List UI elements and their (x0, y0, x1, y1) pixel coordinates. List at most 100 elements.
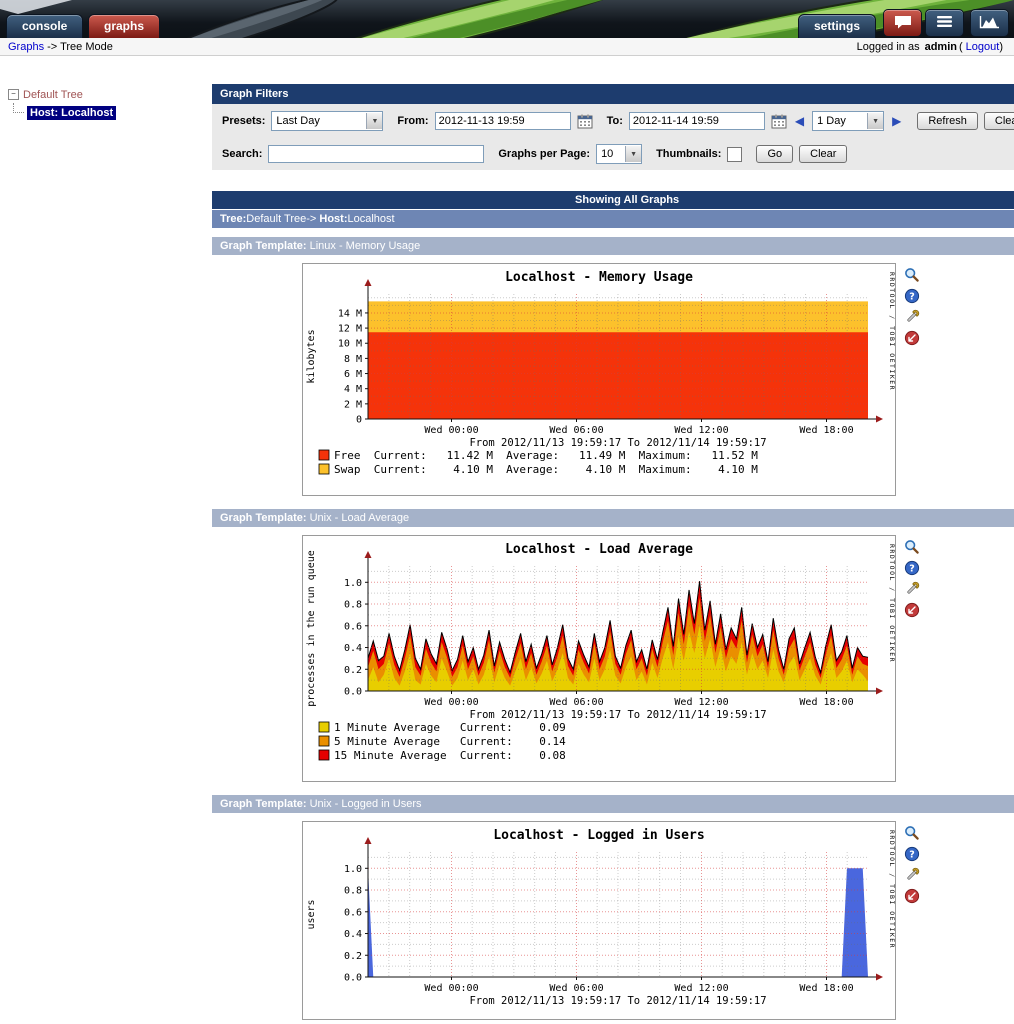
svg-text:1.0: 1.0 (344, 864, 362, 875)
from-label: From: (397, 115, 428, 127)
login-status-prefix: Logged in as (857, 41, 920, 53)
from-date-input[interactable] (435, 112, 571, 130)
go-button[interactable]: Go (756, 145, 793, 163)
tree-host-label[interactable]: Host: Localhost (27, 106, 116, 120)
svg-text:From 2012/11/13 19:59:17 To 20: From 2012/11/13 19:59:17 To 2012/11/14 1… (469, 709, 766, 721)
chart-button[interactable] (970, 9, 1009, 37)
chevron-down-icon: ▼ (867, 113, 883, 129)
graph-row: 02 M4 M6 M8 M10 M12 M14 MWed 00:00Wed 06… (212, 255, 1014, 500)
graph-data-icon[interactable]: ? (904, 288, 920, 304)
graph-template-bar: Graph Template:Unix - Load Average (212, 509, 1014, 527)
tree-path-label: Tree: (220, 213, 246, 225)
graph-actions: ? (904, 267, 920, 346)
svg-text:Localhost - Logged in Users: Localhost - Logged in Users (493, 828, 704, 843)
svg-text:Wed 00:00: Wed 00:00 (424, 983, 478, 994)
chat-button[interactable] (883, 9, 922, 37)
presets-label: Presets: (222, 115, 265, 127)
graph-filters-panel: Presets: Last Day ▼ From: To: ◀ 1 Day (212, 104, 1014, 170)
svg-text:Wed 12:00: Wed 12:00 (674, 425, 728, 436)
breadcrumb-graphs-link[interactable]: Graphs (8, 41, 44, 53)
zoom-icon[interactable] (904, 825, 920, 841)
svg-text:2 M: 2 M (344, 399, 362, 410)
graph-image[interactable]: 02 M4 M6 M8 M10 M12 M14 MWed 00:00Wed 06… (302, 263, 896, 496)
interval-select[interactable]: 1 Day ▼ (812, 111, 884, 131)
top-nav: console graphs settings (0, 0, 1014, 38)
tree-connector (13, 103, 24, 113)
filter-row-dates: Presets: Last Day ▼ From: To: ◀ 1 Day (212, 104, 1014, 137)
graph-data-icon[interactable]: ? (904, 560, 920, 576)
graph-edit-icon[interactable] (904, 581, 920, 597)
svg-text:0.4: 0.4 (344, 929, 362, 940)
to-date-input[interactable] (629, 112, 765, 130)
graph-data-icon[interactable]: ? (904, 846, 920, 862)
clear-search-button[interactable]: Clear (799, 145, 847, 163)
clear-button[interactable]: Clear (984, 112, 1014, 130)
svg-text:Wed 06:00: Wed 06:00 (549, 983, 603, 994)
graph-alert-icon[interactable] (904, 888, 920, 904)
tree-path-bar: Tree:Default Tree-> Host:Localhost (212, 210, 1014, 228)
thumbnails-checkbox[interactable] (727, 147, 742, 162)
tab-graphs[interactable]: graphs (88, 14, 160, 38)
svg-text:0: 0 (356, 415, 362, 426)
breadcrumb: Graphs -> Tree Mode (8, 41, 116, 53)
refresh-button[interactable]: Refresh (917, 112, 978, 130)
graph-edit-icon[interactable] (904, 867, 920, 883)
graph-tree-sidebar: − Default Tree Host: Localhost (0, 56, 212, 1024)
graph-image[interactable]: 0.00.20.40.60.81.0Wed 00:00Wed 06:00Wed … (302, 535, 896, 782)
svg-text:?: ? (909, 850, 915, 861)
tree-item-default-tree[interactable]: − Default Tree (0, 86, 212, 103)
svg-text:0.8: 0.8 (344, 600, 362, 611)
svg-text:?: ? (909, 564, 915, 575)
svg-text:Wed 06:00: Wed 06:00 (549, 425, 603, 436)
graph-row: 0.00.20.40.60.81.0Wed 00:00Wed 06:00Wed … (212, 813, 1014, 1024)
svg-text:0.8: 0.8 (344, 886, 362, 897)
graphs-per-page-select[interactable]: 10 ▼ (596, 144, 642, 164)
logout-link[interactable]: Logout (966, 41, 1000, 53)
svg-text:Localhost - Load Average: Localhost - Load Average (505, 542, 693, 557)
svg-text:0.0: 0.0 (344, 973, 362, 984)
menu-button[interactable] (925, 9, 964, 37)
to-label: To: (607, 115, 623, 127)
svg-text:Wed 18:00: Wed 18:00 (799, 983, 853, 994)
zoom-icon[interactable] (904, 539, 920, 555)
svg-text:0.2: 0.2 (344, 665, 362, 676)
search-input[interactable] (268, 145, 484, 163)
filter-row-search: Search: Graphs per Page: 10 ▼ Thumbnails… (212, 137, 1014, 170)
svg-text:10 M: 10 M (338, 339, 362, 350)
graph-template-bar: Graph Template:Linux - Memory Usage (212, 237, 1014, 255)
svg-text:From 2012/11/13 19:59:17 To 20: From 2012/11/13 19:59:17 To 2012/11/14 1… (469, 437, 766, 449)
svg-text:12 M: 12 M (338, 324, 362, 335)
calendar-icon[interactable] (577, 114, 593, 129)
chevron-down-icon: ▼ (625, 146, 641, 162)
host-path-label: Host: (319, 213, 347, 225)
shift-right-icon[interactable]: ▶ (892, 114, 901, 128)
graph-image[interactable]: 0.00.20.40.60.81.0Wed 00:00Wed 06:00Wed … (302, 821, 896, 1020)
svg-text:RRDTOOL / TOBI OETIKER: RRDTOOL / TOBI OETIKER (888, 272, 895, 391)
presets-select[interactable]: Last Day ▼ (271, 111, 383, 131)
login-user: admin (925, 41, 957, 53)
svg-text:5 Minute Average Current:: 5 Minute Average Current: 0.14 (334, 735, 566, 748)
tab-console[interactable]: console (6, 14, 83, 38)
tree-item-host-localhost[interactable]: Host: Localhost (13, 103, 212, 120)
svg-text:6 M: 6 M (344, 369, 362, 380)
graph-alert-icon[interactable] (904, 602, 920, 618)
svg-text:Wed 12:00: Wed 12:00 (674, 983, 728, 994)
svg-text:14 M: 14 M (338, 308, 362, 319)
graph-filters-header: Graph Filters (212, 84, 1014, 104)
breadcrumb-mode: -> Tree Mode (47, 41, 113, 53)
graph-edit-icon[interactable] (904, 309, 920, 325)
shift-left-icon[interactable]: ◀ (795, 114, 804, 128)
svg-text:4 M: 4 M (344, 384, 362, 395)
zoom-icon[interactable] (904, 267, 920, 283)
svg-text:RRDTOOL / TOBI OETIKER: RRDTOOL / TOBI OETIKER (888, 830, 895, 949)
tree-item-label[interactable]: Default Tree (23, 89, 83, 101)
graph-row: 0.00.20.40.60.81.0Wed 00:00Wed 06:00Wed … (212, 527, 1014, 786)
graph-alert-icon[interactable] (904, 330, 920, 346)
graph-actions: ? (904, 539, 920, 618)
graph-template-bar: Graph Template:Unix - Logged in Users (212, 795, 1014, 813)
collapse-icon[interactable]: − (8, 89, 19, 100)
svg-text:Localhost - Memory Usage: Localhost - Memory Usage (505, 270, 693, 285)
tab-settings[interactable]: settings (798, 14, 876, 38)
svg-text:0.4: 0.4 (344, 643, 362, 654)
calendar-icon[interactable] (771, 114, 787, 129)
